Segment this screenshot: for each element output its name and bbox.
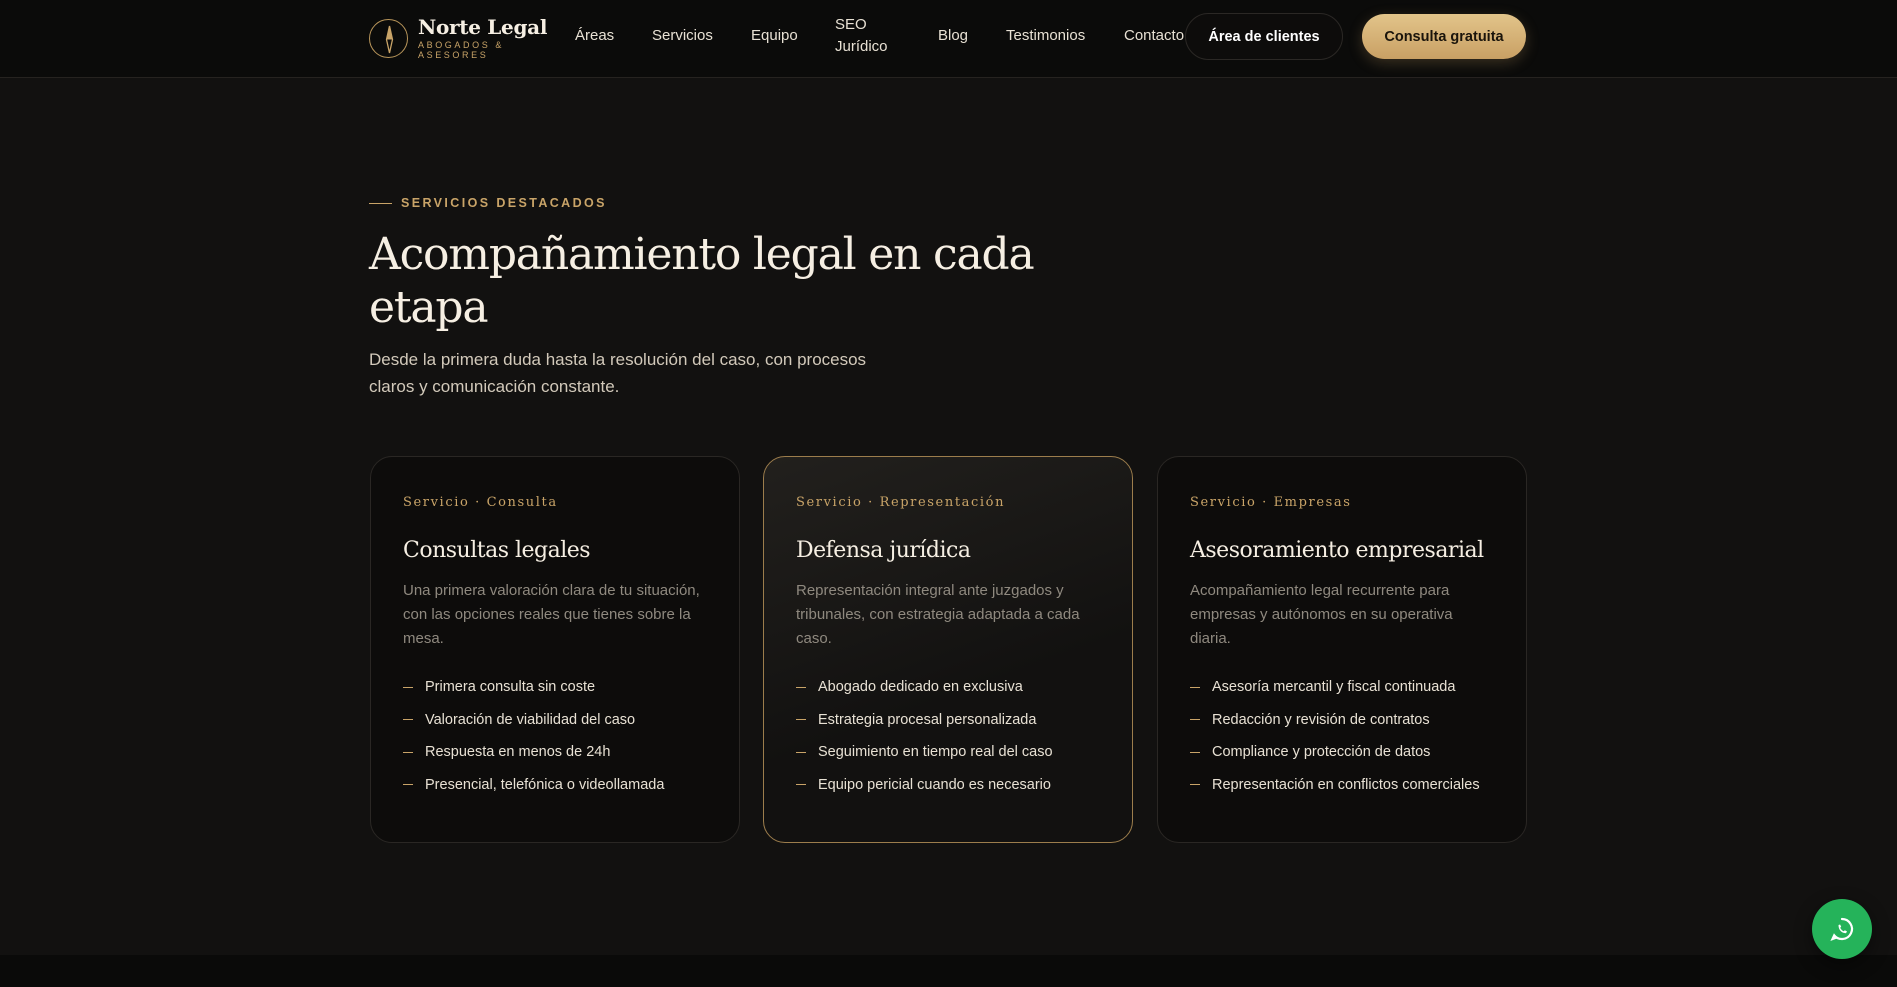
service-card-defensa[interactable]: Servicio · Representación Defensa jurídi… bbox=[763, 456, 1133, 843]
nav-link-seo-juridico[interactable]: SEO Jurídico bbox=[835, 14, 897, 58]
card-title: Defensa jurídica bbox=[796, 538, 971, 563]
eyebrow-line bbox=[369, 202, 392, 204]
list-item-text: Valoración de viabilidad del caso bbox=[425, 711, 636, 728]
list-item: Primera consulta sin coste bbox=[403, 671, 707, 704]
dash-icon bbox=[1190, 784, 1200, 786]
dash-icon bbox=[1190, 719, 1200, 721]
card-tag: Servicio · Empresas bbox=[1190, 495, 1352, 510]
service-card-consultas[interactable]: Servicio · Consulta Consultas legales Un… bbox=[370, 456, 740, 843]
dash-icon bbox=[1190, 751, 1200, 753]
card-description: Representación integral ante juzgados y … bbox=[796, 582, 1080, 647]
nav-link-contacto[interactable]: Contacto bbox=[1124, 25, 1184, 47]
list-item: Redacción y revisión de contratos bbox=[1190, 704, 1494, 737]
card-title: Consultas legales bbox=[403, 538, 591, 563]
list-item: Respuesta en menos de 24h bbox=[403, 736, 707, 769]
list-item: Asesoría mercantil y fiscal continuada bbox=[1190, 671, 1494, 704]
card-title: Asesoramiento empresarial bbox=[1190, 538, 1484, 563]
dash-icon bbox=[403, 751, 413, 753]
list-item-text: Abogado dedicado en exclusiva bbox=[818, 679, 1023, 696]
list-item: Presencial, telefónica o videollamada bbox=[403, 769, 707, 802]
nav-link-areas[interactable]: Áreas bbox=[575, 25, 614, 47]
client-area-button[interactable]: Área de clientes bbox=[1185, 13, 1343, 60]
section-title: Acompañamiento legal en cada etapa bbox=[369, 229, 1035, 333]
nav-link-equipo[interactable]: Equipo bbox=[751, 25, 798, 47]
dash-icon bbox=[796, 719, 806, 721]
whatsapp-icon bbox=[1830, 917, 1854, 941]
card-tag: Servicio · Consulta bbox=[403, 495, 558, 510]
list-item-text: Seguimiento en tiempo real del caso bbox=[818, 744, 1053, 761]
list-item-text: Presencial, telefónica o videollamada bbox=[425, 776, 665, 793]
list-item: Compliance y protección de datos bbox=[1190, 736, 1494, 769]
list-item-text: Compliance y protección de datos bbox=[1212, 744, 1431, 761]
compass-icon bbox=[369, 18, 408, 58]
list-item: Abogado dedicado en exclusiva bbox=[796, 671, 1100, 704]
list-item-text: Redacción y revisión de contratos bbox=[1212, 711, 1430, 728]
brand-logo[interactable]: Norte Legal Abogados & Asesores bbox=[369, 16, 547, 60]
card-feature-list: Primera consulta sin coste Valoración de… bbox=[403, 671, 707, 801]
eyebrow-text: SERVICIOS DESTACADOS bbox=[401, 196, 607, 210]
card-tag: Servicio · Representación bbox=[796, 495, 1006, 510]
nav-link-servicios[interactable]: Servicios bbox=[652, 25, 713, 47]
card-description: Una primera valoración clara de tu situa… bbox=[403, 582, 700, 647]
service-card-empresas[interactable]: Servicio · Empresas Asesoramiento empres… bbox=[1157, 456, 1527, 843]
card-feature-list: Abogado dedicado en exclusiva Estrategia… bbox=[796, 671, 1100, 801]
nav-link-testimonios[interactable]: Testimonios bbox=[1006, 25, 1085, 47]
nav-link-blog[interactable]: Blog bbox=[938, 25, 968, 47]
section-subtitle: Desde la primera duda hasta la resolució… bbox=[369, 350, 867, 396]
card-description: Acompañamiento legal recurrente para emp… bbox=[1190, 582, 1453, 647]
list-item-text: Primera consulta sin coste bbox=[425, 679, 596, 696]
list-item-text: Estrategia procesal personalizada bbox=[818, 711, 1037, 728]
list-item-text: Representación en conflictos comerciales bbox=[1212, 776, 1480, 793]
list-item: Equipo pericial cuando es necesario bbox=[796, 769, 1100, 802]
list-item: Valoración de viabilidad del caso bbox=[403, 704, 707, 737]
next-section-edge bbox=[0, 955, 1897, 987]
list-item-text: Respuesta en menos de 24h bbox=[425, 744, 611, 761]
dash-icon bbox=[796, 784, 806, 786]
section-eyebrow: SERVICIOS DESTACADOS bbox=[369, 196, 607, 210]
top-navigation: Norte Legal Abogados & Asesores Áreas Se… bbox=[0, 0, 1897, 78]
brand-subtitle: Abogados & Asesores bbox=[418, 40, 505, 60]
dash-icon bbox=[403, 719, 413, 721]
dash-icon bbox=[1190, 686, 1200, 688]
free-consultation-button[interactable]: Consulta gratuita bbox=[1362, 14, 1526, 59]
dash-icon bbox=[796, 686, 806, 688]
list-item-text: Asesoría mercantil y fiscal continuada bbox=[1212, 679, 1456, 696]
list-item: Seguimiento en tiempo real del caso bbox=[796, 736, 1100, 769]
list-item: Representación en conflictos comerciales bbox=[1190, 769, 1494, 802]
list-item: Estrategia procesal personalizada bbox=[796, 704, 1100, 737]
dash-icon bbox=[403, 686, 413, 688]
whatsapp-button[interactable] bbox=[1812, 899, 1872, 959]
dash-icon bbox=[796, 751, 806, 753]
list-item-text: Equipo pericial cuando es necesario bbox=[818, 776, 1051, 793]
dash-icon bbox=[403, 784, 413, 786]
card-feature-list: Asesoría mercantil y fiscal continuada R… bbox=[1190, 671, 1494, 801]
brand-name: Norte Legal bbox=[418, 15, 548, 39]
